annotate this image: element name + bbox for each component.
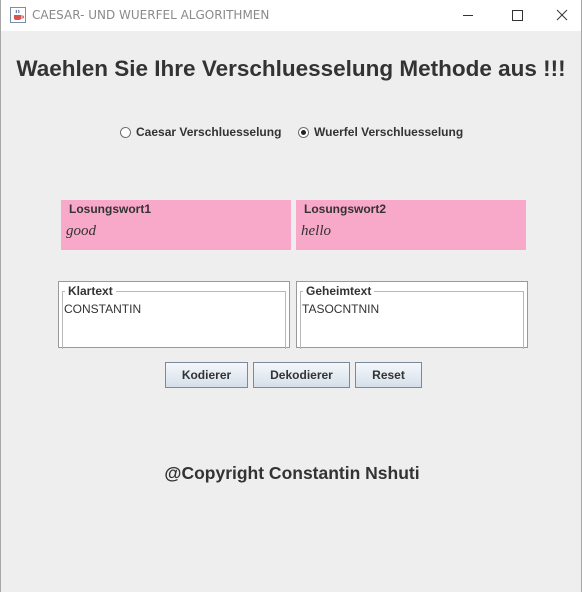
copyright-footer: @Copyright Constantin Nshuti (164, 463, 420, 483)
plaintext-area[interactable]: CONSTANTIN (64, 302, 284, 347)
wuerfel-radio-label: Wuerfel Verschluesselung (314, 125, 464, 139)
key2-label: Losungswort2 (304, 202, 387, 216)
maximize-icon (512, 10, 523, 21)
key2-panel: Losungswort2 hello (296, 200, 526, 250)
ciphertext-panel: Geheimtext TASOCNTNIN (296, 281, 528, 349)
encode-button[interactable]: Kodierer (165, 362, 248, 388)
title-bar[interactable]: CAESAR- UND WUERFEL ALGORITHMEN (1, 0, 581, 31)
close-icon (556, 9, 568, 21)
ciphertext-area[interactable]: TASOCNTNIN (302, 302, 522, 347)
key1-label: Losungswort1 (69, 202, 152, 216)
ciphertext-label: Geheimtext (303, 284, 375, 298)
key1-input[interactable]: good (66, 223, 266, 240)
plaintext-label: Klartext (65, 284, 116, 298)
java-cup-icon (10, 7, 26, 23)
minimize-button[interactable] (445, 0, 491, 31)
caesar-radio[interactable]: Caesar Verschluesselung (120, 124, 281, 140)
wuerfel-radio[interactable]: Wuerfel Verschluesselung (298, 124, 463, 140)
plaintext-panel: Klartext CONSTANTIN (58, 281, 290, 349)
key1-panel: Losungswort1 good (61, 200, 291, 250)
reset-button[interactable]: Reset (355, 362, 422, 388)
page-heading: Waehlen Sie Ihre Verschluesselung Method… (16, 56, 566, 81)
maximize-button[interactable] (493, 0, 539, 31)
radio-checked-icon (298, 126, 309, 138)
caesar-radio-label: Caesar Verschluesselung (136, 125, 282, 139)
decode-button[interactable]: Dekodierer (253, 362, 350, 388)
app-window: CAESAR- UND WUERFEL ALGORITHMEN Waehlen … (0, 0, 582, 592)
radio-unchecked-icon (120, 126, 131, 138)
key2-input[interactable]: hello (301, 223, 501, 240)
window-title: CAESAR- UND WUERFEL ALGORITHMEN (32, 8, 270, 22)
minimize-icon (463, 15, 473, 16)
close-button[interactable] (539, 0, 582, 31)
